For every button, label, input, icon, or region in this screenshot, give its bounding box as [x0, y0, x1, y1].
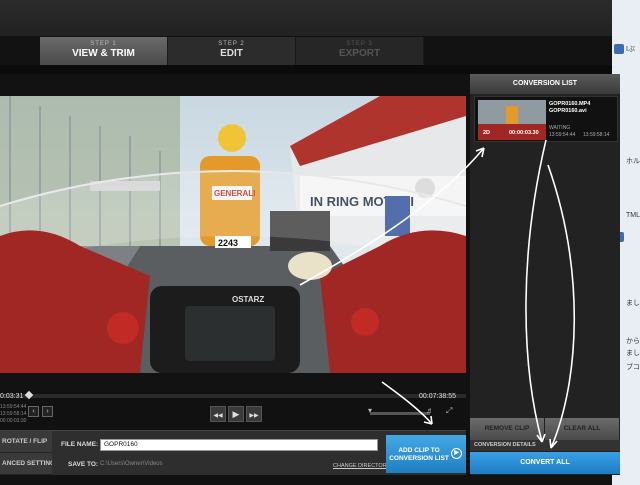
- previous-button[interactable]: ◀◀: [210, 406, 226, 422]
- clip-badge: 2D: [483, 130, 491, 136]
- end-time: 00:07:38:55: [419, 393, 456, 400]
- next-button[interactable]: ▶▶: [246, 406, 262, 422]
- play-button[interactable]: ▶: [228, 406, 244, 422]
- clip-time-info: 13:59:58:14: [0, 411, 27, 417]
- clip-status: WAITING: [549, 125, 571, 131]
- save-to-label: SAVE TO:: [68, 461, 99, 468]
- conversion-list-item[interactable]: GOPR0160.MP4 GOPR0160.avi WAITING 13:59:…: [474, 96, 618, 142]
- clip-output-file: GOPR0160.avi: [549, 108, 587, 114]
- step-label: EXPORT: [338, 48, 381, 59]
- play-icon: ▶: [232, 409, 240, 419]
- rotate-flip-tab[interactable]: ROTATE / FLIP: [0, 431, 52, 453]
- clip-time-info: 00:00:03:30: [0, 418, 27, 424]
- panel-title: CONVERSION LIST: [470, 74, 620, 94]
- clip-duration: 00:00:03.30: [509, 130, 539, 136]
- next-icon: ▶▶: [249, 413, 259, 419]
- header-divider: [0, 65, 612, 74]
- conversion-panel: CONVERSION LIST GOPR0160.MP4 GOPR0160.av…: [470, 74, 620, 475]
- add-clip-button[interactable]: ADD CLIP TO CONVERSION LIST ▶: [386, 435, 466, 473]
- conversion-details-toggle[interactable]: CONVERSION DETAILS: [470, 440, 620, 451]
- add-clip-label: ADD CLIP TO CONVERSION LIST: [389, 447, 449, 462]
- file-name-label: FILE NAME:: [61, 441, 99, 448]
- step-number: STEP 1: [90, 41, 117, 47]
- tab-view-trim[interactable]: STEP 1 VIEW & TRIM: [40, 37, 168, 65]
- mark-out-icon[interactable]: ›: [42, 406, 53, 417]
- mark-in-icon[interactable]: ‹: [28, 406, 39, 417]
- arrow-right-icon: ▶: [451, 448, 462, 459]
- desktop-text: Iぶ: [626, 46, 635, 53]
- title-bar: [0, 0, 612, 36]
- convert-all-button[interactable]: CONVERT ALL: [470, 452, 620, 474]
- panel-buttons: REMOVE CLIP CLEAR ALL: [470, 418, 620, 440]
- current-time: 0:03:31: [0, 393, 24, 400]
- volume-slider[interactable]: [370, 412, 430, 415]
- tab-export[interactable]: STEP 3 EXPORT: [296, 37, 424, 65]
- fullscreen-icon[interactable]: ⤢: [446, 406, 452, 416]
- clip-time-in: 13:59:54:44: [549, 132, 576, 138]
- remove-clip-button[interactable]: REMOVE CLIP: [470, 418, 545, 440]
- volume-high-icon: ♬: [426, 406, 434, 415]
- video-preview[interactable]: IN RING MOTEGI GENERALI 2243 OSTARZ: [0, 96, 466, 373]
- step-number: STEP 3: [346, 41, 373, 47]
- dash-brand: OSTARZ: [232, 295, 264, 304]
- change-directory-link[interactable]: CHANGE DIRECTORY: [333, 463, 390, 469]
- previous-icon: ◀◀: [213, 413, 223, 419]
- app-window: Iぶ ホル TML まし から まし ブコン STEP 1 VIEW & TRI…: [0, 0, 640, 485]
- tab-edit[interactable]: STEP 2 EDIT: [168, 37, 296, 65]
- step-label: EDIT: [220, 48, 243, 59]
- timeline-scrubber[interactable]: [0, 394, 466, 398]
- save-path: C:\Users\Owner\Videos: [100, 461, 163, 467]
- clip-time-info: 13:59:54:44: [0, 404, 27, 410]
- clip-time-out: 13:59:58:14: [583, 132, 610, 138]
- clear-all-button[interactable]: CLEAR ALL: [545, 418, 620, 440]
- clip-source-file: GOPR0160.MP4: [549, 101, 591, 107]
- step-label: VIEW & TRIM: [72, 48, 135, 59]
- file-name-input[interactable]: GOPR0160: [100, 439, 378, 451]
- bottom-bar: ROTATE / FLIP ANCED SETTINGS FILE NAME: …: [0, 430, 466, 475]
- step-number: STEP 2: [218, 41, 245, 47]
- timeline: 0:03:31 00:07:38:55 13:59:54:44 13:59:58…: [0, 390, 466, 430]
- step-tabs: STEP 1 VIEW & TRIM STEP 2 EDIT STEP 3 EX…: [40, 37, 424, 65]
- bike-number: 2243: [218, 238, 238, 248]
- advanced-settings-tab[interactable]: ANCED SETTINGS: [0, 453, 52, 475]
